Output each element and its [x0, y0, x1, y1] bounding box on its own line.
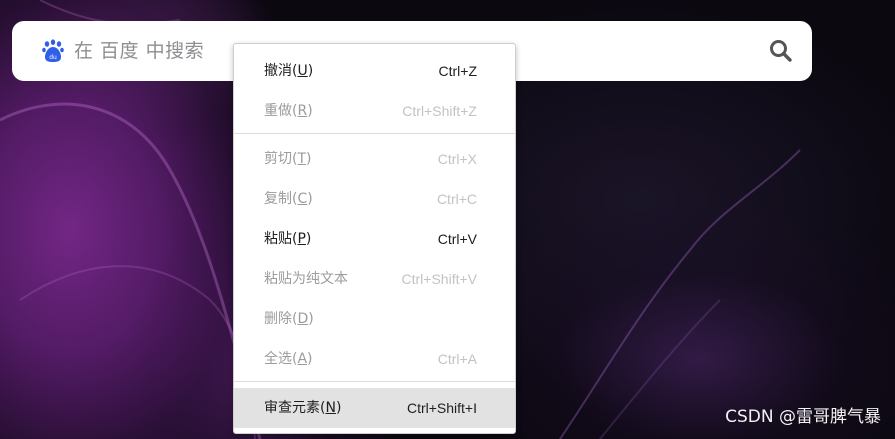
menu-item-label: 删除(D) — [264, 311, 314, 327]
menu-item-label: 复制(C) — [264, 191, 313, 207]
menu-item-shortcut: Ctrl+Shift+V — [401, 271, 477, 287]
menu-item-label: 重做(R) — [264, 103, 313, 119]
menu-item-inspect-element[interactable]: 审查元素(N) Ctrl+Shift+I — [234, 388, 515, 428]
menu-item-undo[interactable]: 撤消(U) Ctrl+Z — [234, 51, 515, 91]
menu-item-label: 剪切(T) — [264, 151, 312, 167]
menu-item-shortcut: Ctrl+X — [437, 151, 477, 167]
menu-item-shortcut: Ctrl+V — [437, 231, 477, 247]
menu-item-shortcut: Ctrl+Z — [438, 63, 478, 79]
baidu-paw-icon: du — [42, 39, 64, 62]
menu-item-copy[interactable]: 复制(C) Ctrl+C — [234, 179, 515, 219]
menu-item-delete[interactable]: 删除(D) — [234, 299, 515, 339]
menu-item-paste-plain-text[interactable]: 粘贴为纯文本 Ctrl+Shift+V — [234, 259, 515, 299]
menu-separator — [234, 381, 515, 382]
menu-item-label: 粘贴(P) — [264, 231, 312, 247]
svg-text:du: du — [49, 54, 57, 61]
menu-item-label: 全选(A) — [264, 351, 313, 367]
search-icon[interactable] — [768, 38, 794, 64]
menu-item-shortcut: Ctrl+A — [437, 351, 477, 367]
menu-item-cut[interactable]: 剪切(T) Ctrl+X — [234, 139, 515, 179]
context-menu: 撤消(U) Ctrl+Z 重做(R) Ctrl+Shift+Z 剪切(T) Ct… — [233, 43, 516, 434]
menu-item-redo[interactable]: 重做(R) Ctrl+Shift+Z — [234, 91, 515, 131]
menu-item-label: 审查元素(N) — [264, 400, 342, 416]
menu-item-shortcut: Ctrl+Shift+Z — [402, 103, 477, 119]
menu-separator — [234, 133, 515, 134]
search-input[interactable]: 在 百度 中搜索 — [74, 38, 204, 64]
menu-item-select-all[interactable]: 全选(A) Ctrl+A — [234, 339, 515, 379]
menu-item-shortcut: Ctrl+C — [436, 191, 477, 207]
menu-item-paste[interactable]: 粘贴(P) Ctrl+V — [234, 219, 515, 259]
menu-item-label: 粘贴为纯文本 — [264, 271, 348, 287]
watermark: CSDN @雷哥脾气暴 — [725, 407, 881, 427]
desktop-background: du 在 百度 中搜索 撤消(U) Ctrl+Z 重做(R) Ctrl+Shif… — [0, 0, 895, 439]
menu-item-label: 撤消(U) — [264, 63, 314, 79]
menu-item-shortcut: Ctrl+Shift+I — [406, 400, 477, 416]
